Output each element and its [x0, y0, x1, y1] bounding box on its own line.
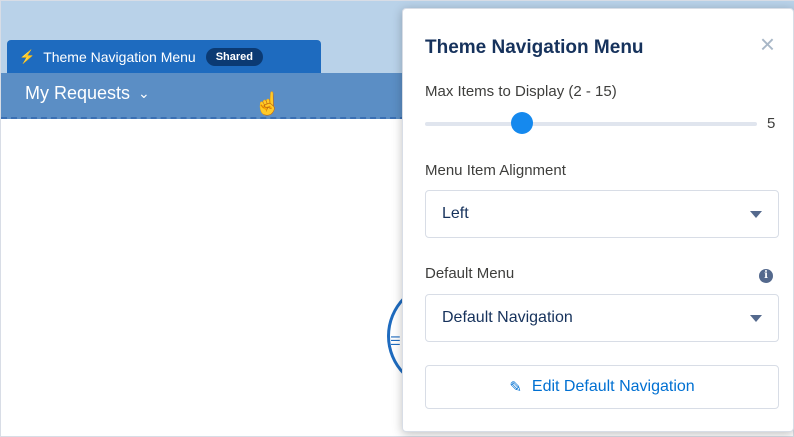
default-menu-label: Default Menu [425, 265, 515, 282]
edit-default-navigation-label: Edit Default Navigation [531, 378, 695, 395]
nav-menu-item[interactable]: My Requests ⌄ [25, 83, 150, 104]
properties-panel: Theme Navigation Menu × Max Items to Dis… [402, 8, 794, 432]
default-menu-select-value: Default Navigation [442, 309, 573, 326]
caret-down-icon [750, 315, 762, 322]
max-items-value: 5 [767, 115, 776, 132]
component-tab[interactable]: ⚡ Theme Navigation Menu Shared [7, 40, 321, 73]
shared-badge: Shared [205, 47, 264, 66]
caret-down-icon [750, 211, 762, 218]
panel-title: Theme Navigation Menu [425, 37, 644, 58]
bolt-icon: ⚡ [19, 48, 36, 64]
max-items-slider-thumb[interactable] [510, 112, 533, 134]
default-menu-select[interactable]: Default Navigation [425, 294, 779, 342]
max-items-label: Max Items to Display (2 - 15) [425, 83, 617, 100]
close-icon[interactable]: × [760, 31, 775, 57]
component-tab-title: Theme Navigation Menu [43, 48, 196, 65]
alignment-label: Menu Item Alignment [425, 162, 566, 179]
alignment-select-value: Left [442, 205, 469, 222]
chevron-down-icon: ⌄ [138, 85, 150, 101]
alignment-select[interactable]: Left [425, 190, 779, 238]
list-icon: ☰ [390, 334, 401, 348]
hand-cursor-icon: ☝ [254, 91, 282, 116]
edit-default-navigation-button[interactable]: ✎ Edit Default Navigation [425, 365, 779, 409]
info-icon[interactable]: i [759, 269, 773, 283]
max-items-slider[interactable] [425, 122, 757, 126]
nav-menu-item-label: My Requests [25, 83, 131, 103]
pencil-icon: ✎ [509, 379, 522, 396]
